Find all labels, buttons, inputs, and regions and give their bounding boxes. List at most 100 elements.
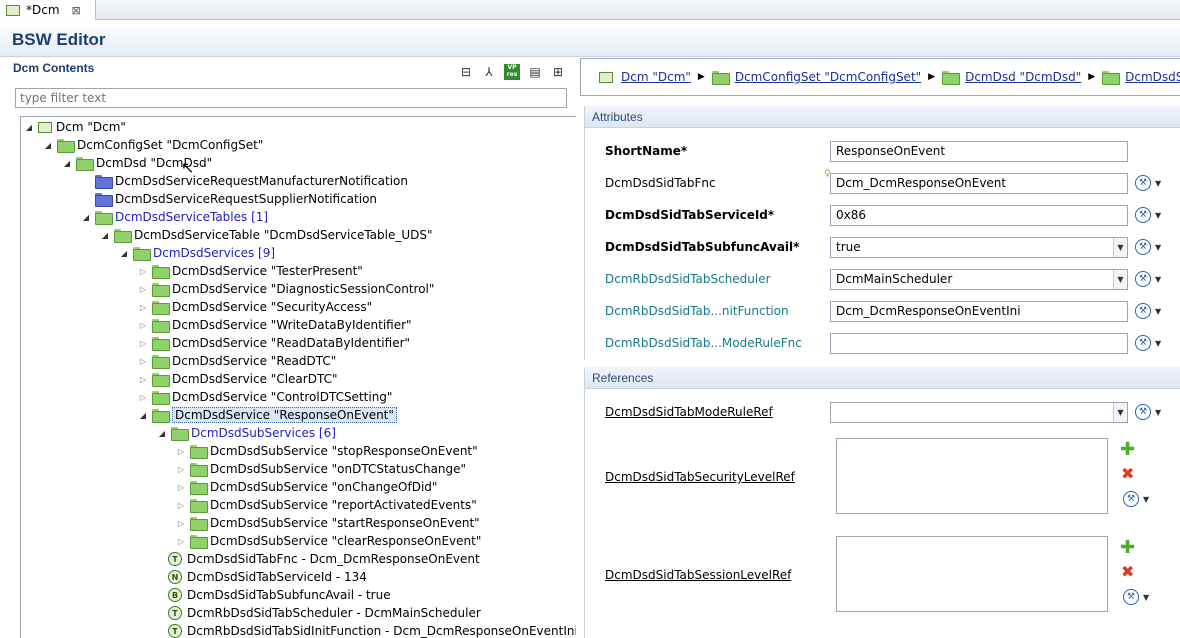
wrench-icon[interactable]: ⚒	[1135, 335, 1151, 351]
variant-icon[interactable]: VP res	[504, 64, 520, 80]
tab-dcm[interactable]: *Dcm ⊠	[0, 0, 96, 20]
tree-item[interactable]: ▷ DcmDsdService "ReadDTC"	[137, 352, 336, 370]
chevron-down-icon[interactable]: ▼	[1143, 593, 1149, 602]
tree-item[interactable]: ◢ DcmConfigSet "DcmConfigSet"	[42, 136, 263, 154]
tree-item[interactable]: ▷ DcmDsdService "TesterPresent"	[137, 262, 363, 280]
tree-item[interactable]: ◢ DcmDsdServiceTables [1]	[80, 208, 268, 226]
collapsed-arrow-icon[interactable]: ▷	[175, 447, 187, 456]
tree-item[interactable]: ◢ DcmDsdServiceTable "DcmDsdServiceTable_…	[99, 226, 433, 244]
mode-rule-ref-combo[interactable]: ▼	[830, 402, 1128, 423]
tree-item[interactable]: DcmDsdServiceRequestManufacturerNotifica…	[80, 172, 408, 190]
tree-item[interactable]: ▷ DcmDsdSubService "onChangeOfDid"	[175, 478, 437, 496]
collapsed-arrow-icon[interactable]: ▷	[137, 339, 149, 348]
tree-item[interactable]: T DcmRbDsdSidTabSidInitFunction - Dcm_Dcm…	[156, 622, 576, 638]
collapse-all-icon[interactable]: ⊟	[458, 64, 474, 80]
collapsed-arrow-icon[interactable]: ▷	[175, 483, 187, 492]
attribute-tool[interactable]: ⚒ ▼	[1135, 239, 1161, 255]
chevron-down-icon[interactable]: ▼	[1155, 339, 1161, 348]
attribute-tool[interactable]: ⚒ ▼	[1135, 335, 1161, 351]
expanded-arrow-icon[interactable]: ◢	[61, 159, 73, 168]
tree-item[interactable]: DcmDsdServiceRequestSupplierNotification	[80, 190, 377, 208]
wrench-icon[interactable]: ⚒	[1123, 589, 1139, 605]
attribute-input[interactable]: ResponseOnEvent	[830, 141, 1128, 162]
link-editor-icon[interactable]: ⅄	[481, 64, 497, 80]
security-ref-label[interactable]: DcmDsdSidTabSecurityLevelRef	[605, 470, 795, 484]
expanded-arrow-icon[interactable]: ◢	[118, 249, 130, 258]
attribute-tool[interactable]: ⚒ ▼	[1135, 207, 1161, 223]
tree-item[interactable]: ▷ DcmDsdSubService "clearResponseOnEvent"	[175, 532, 481, 550]
session-ref-list[interactable]	[836, 536, 1108, 612]
attribute-combo[interactable]: true ▼	[830, 237, 1128, 258]
mode-rule-ref-label[interactable]: DcmDsdSidTabModeRuleRef	[605, 405, 773, 419]
chevron-down-icon[interactable]: ▼	[1155, 275, 1161, 284]
session-ref-label[interactable]: DcmDsdSidTabSessionLevelRef	[605, 568, 791, 582]
wrench-icon[interactable]: ⚒	[1135, 239, 1151, 255]
wrench-icon[interactable]: ⚒	[1135, 271, 1151, 287]
chevron-down-icon[interactable]: ▼	[1155, 307, 1161, 316]
wrench-icon[interactable]: ⚒	[1135, 404, 1151, 420]
tree-item[interactable]: ◢ DcmDsdServices [9]	[118, 244, 275, 262]
attribute-tool[interactable]: ⚒ ▼	[1135, 303, 1161, 319]
expanded-arrow-icon[interactable]: ◢	[42, 141, 54, 150]
security-ref-list[interactable]	[836, 438, 1108, 514]
tree-item[interactable]: N DcmDsdSidTabServiceId - 134	[156, 568, 367, 586]
tree-item[interactable]: ▷ DcmDsdService "WriteDataByIdentifier"	[137, 316, 412, 334]
tree-item[interactable]: ▷ DcmDsdSubService "startResponseOnEvent"	[175, 514, 480, 532]
attribute-combo[interactable]: DcmMainScheduler ▼	[830, 269, 1128, 290]
chevron-down-icon[interactable]: ▼	[1155, 408, 1161, 417]
collapsed-arrow-icon[interactable]: ▷	[137, 303, 149, 312]
collapsed-arrow-icon[interactable]: ▷	[175, 501, 187, 510]
expanded-arrow-icon[interactable]: ◢	[99, 231, 111, 240]
breadcrumb-link[interactable]: Dcm "Dcm"	[621, 70, 691, 84]
expanded-arrow-icon[interactable]: ◢	[23, 123, 35, 132]
tree-item[interactable]: ▷ DcmDsdSubService "reportActivatedEvents…	[175, 496, 477, 514]
tree-item[interactable]: ▷ DcmDsdService "SecurityAccess"	[137, 298, 372, 316]
tree-item[interactable]: B DcmDsdSidTabSubfuncAvail - true	[156, 586, 391, 604]
tree-item[interactable]: T DcmRbDsdSidTabScheduler - DcmMainSchedu…	[156, 604, 481, 622]
attribute-tool[interactable]: ⚒ ▼	[1135, 175, 1161, 191]
wrench-icon[interactable]: ⚒	[1135, 207, 1151, 223]
chevron-down-icon[interactable]: ▼	[1113, 403, 1127, 422]
chevron-down-icon[interactable]: ▼	[1113, 270, 1127, 289]
collapsed-arrow-icon[interactable]: ▷	[175, 519, 187, 528]
layout-icon[interactable]: ⊞	[550, 64, 566, 80]
collapsed-arrow-icon[interactable]: ▷	[137, 267, 149, 276]
document-icon[interactable]: ▤	[527, 64, 543, 80]
collapsed-arrow-icon[interactable]: ▷	[137, 321, 149, 330]
filter-input[interactable]	[15, 88, 567, 108]
expanded-arrow-icon[interactable]: ◢	[156, 429, 168, 438]
chevron-down-icon[interactable]: ▼	[1155, 243, 1161, 252]
collapsed-arrow-icon[interactable]: ▷	[137, 357, 149, 366]
tree-item[interactable]: ▷ DcmDsdService "ReadDataByIdentifier"	[137, 334, 410, 352]
collapsed-arrow-icon[interactable]: ▷	[137, 285, 149, 294]
attribute-tool[interactable]: ⚒ ▼	[1135, 271, 1161, 287]
attribute-input[interactable]	[830, 333, 1128, 354]
security-ref-tool[interactable]: ⚒ ▼	[1123, 491, 1149, 507]
collapsed-arrow-icon[interactable]: ▷	[137, 393, 149, 402]
expanded-arrow-icon[interactable]: ◢	[80, 213, 92, 222]
expanded-arrow-icon[interactable]: ◢	[137, 411, 149, 420]
wrench-icon[interactable]: ⚒	[1135, 303, 1151, 319]
tree-item[interactable]: ▷ DcmDsdService "DiagnosticSessionControl…	[137, 280, 434, 298]
wrench-icon[interactable]: ⚒	[1123, 491, 1139, 507]
attribute-input[interactable]: Dcm_DcmResponseOnEvent	[830, 173, 1128, 194]
tree-item[interactable]: ◢ DcmDsdService "ResponseOnEvent"	[137, 406, 397, 424]
tree-item[interactable]: ▷ DcmDsdSubService "stopResponseOnEvent"	[175, 442, 478, 460]
wrench-icon[interactable]: ⚒	[1135, 175, 1151, 191]
breadcrumb-link[interactable]: DcmDsd "DcmDsd"	[965, 70, 1081, 84]
close-icon[interactable]: ⊠	[72, 4, 81, 17]
remove-icon[interactable]: ✖	[1121, 562, 1134, 581]
add-icon[interactable]: ✚	[1120, 537, 1135, 558]
tree-item[interactable]: ◢ Dcm "Dcm"	[23, 118, 126, 136]
remove-icon[interactable]: ✖	[1121, 464, 1134, 483]
tree-item[interactable]: T DcmDsdSidTabFnc - Dcm_DcmResponseOnEven…	[156, 550, 480, 568]
session-ref-tool[interactable]: ⚒ ▼	[1123, 589, 1149, 605]
attribute-input[interactable]: Dcm_DcmResponseOnEventIni	[830, 301, 1128, 322]
attribute-input[interactable]: 0x86	[830, 205, 1128, 226]
tree-item[interactable]: ▷ DcmDsdSubService "onDTCStatusChange"	[175, 460, 466, 478]
chevron-down-icon[interactable]: ▼	[1155, 179, 1161, 188]
mode-rule-ref-tool[interactable]: ⚒ ▼	[1135, 404, 1161, 420]
collapsed-arrow-icon[interactable]: ▷	[175, 537, 187, 546]
collapsed-arrow-icon[interactable]: ▷	[175, 465, 187, 474]
tree-item[interactable]: ▷ DcmDsdService "ControlDTCSetting"	[137, 388, 392, 406]
